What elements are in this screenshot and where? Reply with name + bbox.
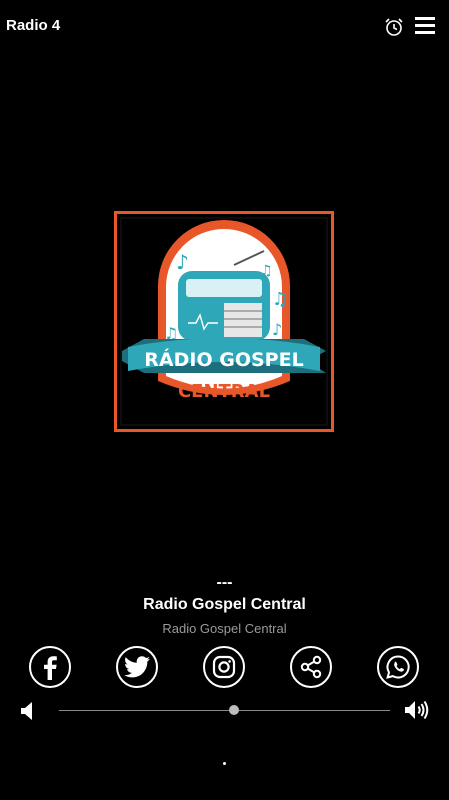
whatsapp-icon[interactable] — [377, 646, 419, 688]
svg-text:♪: ♪ — [176, 250, 189, 274]
top-bar: Radio 4 — [0, 0, 449, 56]
station-subtitle: Radio Gospel Central — [162, 621, 287, 636]
instagram-icon[interactable] — [203, 646, 245, 688]
page-indicator — [223, 762, 226, 765]
share-icon[interactable] — [290, 646, 332, 688]
facebook-icon[interactable] — [29, 646, 71, 688]
svg-text:♫: ♫ — [272, 289, 288, 310]
volume-slider[interactable] — [59, 710, 390, 711]
svg-text:♪: ♪ — [272, 320, 282, 339]
volume-high-icon[interactable] — [403, 698, 431, 727]
svg-text:♫: ♫ — [260, 263, 273, 279]
volume-control — [0, 696, 449, 726]
menu-icon[interactable] — [415, 17, 437, 37]
logo-line1: RÁDIO GOSPEL — [144, 348, 303, 371]
app-title: Radio 4 — [6, 17, 61, 34]
alarm-icon[interactable] — [383, 16, 405, 38]
station-logo: ♪ ♫ ♫ ♫ ♪ RÁDIO GOSPEL CENTRAL — [114, 211, 334, 432]
twitter-icon[interactable] — [116, 646, 158, 688]
volume-low-icon[interactable] — [18, 699, 36, 728]
station-name: Radio Gospel Central — [143, 596, 306, 613]
volume-slider-thumb[interactable] — [229, 705, 240, 715]
track-title: --- — [216, 574, 233, 591]
logo-line2: CENTRAL — [178, 381, 270, 402]
